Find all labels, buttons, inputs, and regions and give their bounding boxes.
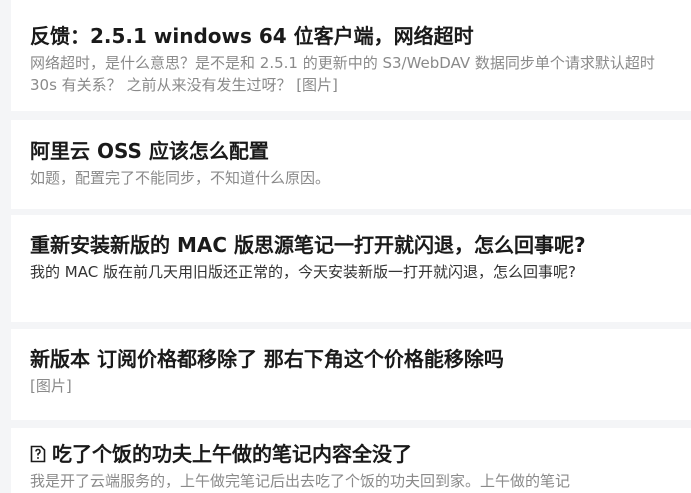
post-title[interactable]: 阿里云 OSS 应该怎么配置 (30, 137, 667, 165)
post-card[interactable]: 阿里云 OSS 应该怎么配置 如题，配置完了不能同步，不知道什么原因。 (11, 120, 691, 209)
post-card[interactable]: 重新安装新版的 MAC 版思源笔记一打开就闪退，怎么回事呢? 我的 MAC 版在… (11, 215, 691, 322)
post-excerpt: 如题，配置完了不能同步，不知道什么原因。 (30, 169, 331, 187)
post-excerpt: 我是开了云端服务的，上午做完笔记后出去吃了个饭的功夫回到家。上午做的笔记 (30, 472, 571, 490)
post-feed: 反馈：2.5.1 windows 64 位客户端，网络超时 网络超时，是什么意思… (11, 0, 691, 493)
post-excerpt: 我的 MAC 版在前几天用旧版还正常的，今天安装新版一打开就闪退，怎么回事呢? (30, 263, 576, 281)
post-title[interactable]: 重新安装新版的 MAC 版思源笔记一打开就闪退，怎么回事呢? (30, 231, 667, 259)
question-note-icon (30, 442, 46, 463)
post-card[interactable]: 吃了个饭的功夫上午做的笔记内容全没了 我是开了云端服务的，上午做完笔记后出去吃了… (11, 428, 691, 493)
post-excerpt: 网络超时，是什么意思？是不是和 2.5.1 的更新中的 S3/WebDAV 数据… (30, 54, 655, 94)
post-title[interactable]: 反馈：2.5.1 windows 64 位客户端，网络超时 (30, 22, 667, 50)
post-card[interactable]: 反馈：2.5.1 windows 64 位客户端，网络超时 网络超时，是什么意思… (11, 0, 691, 111)
post-card[interactable]: 新版本 订阅价格都移除了 那右下角这个价格能移除吗 [图片] (11, 329, 691, 420)
post-title: 吃了个饭的功夫上午做的笔记内容全没了 (52, 442, 412, 466)
post-title-row[interactable]: 吃了个饭的功夫上午做的笔记内容全没了 (30, 440, 667, 468)
post-title[interactable]: 新版本 订阅价格都移除了 那右下角这个价格能移除吗 (30, 345, 667, 373)
post-excerpt: [图片] (30, 377, 72, 395)
